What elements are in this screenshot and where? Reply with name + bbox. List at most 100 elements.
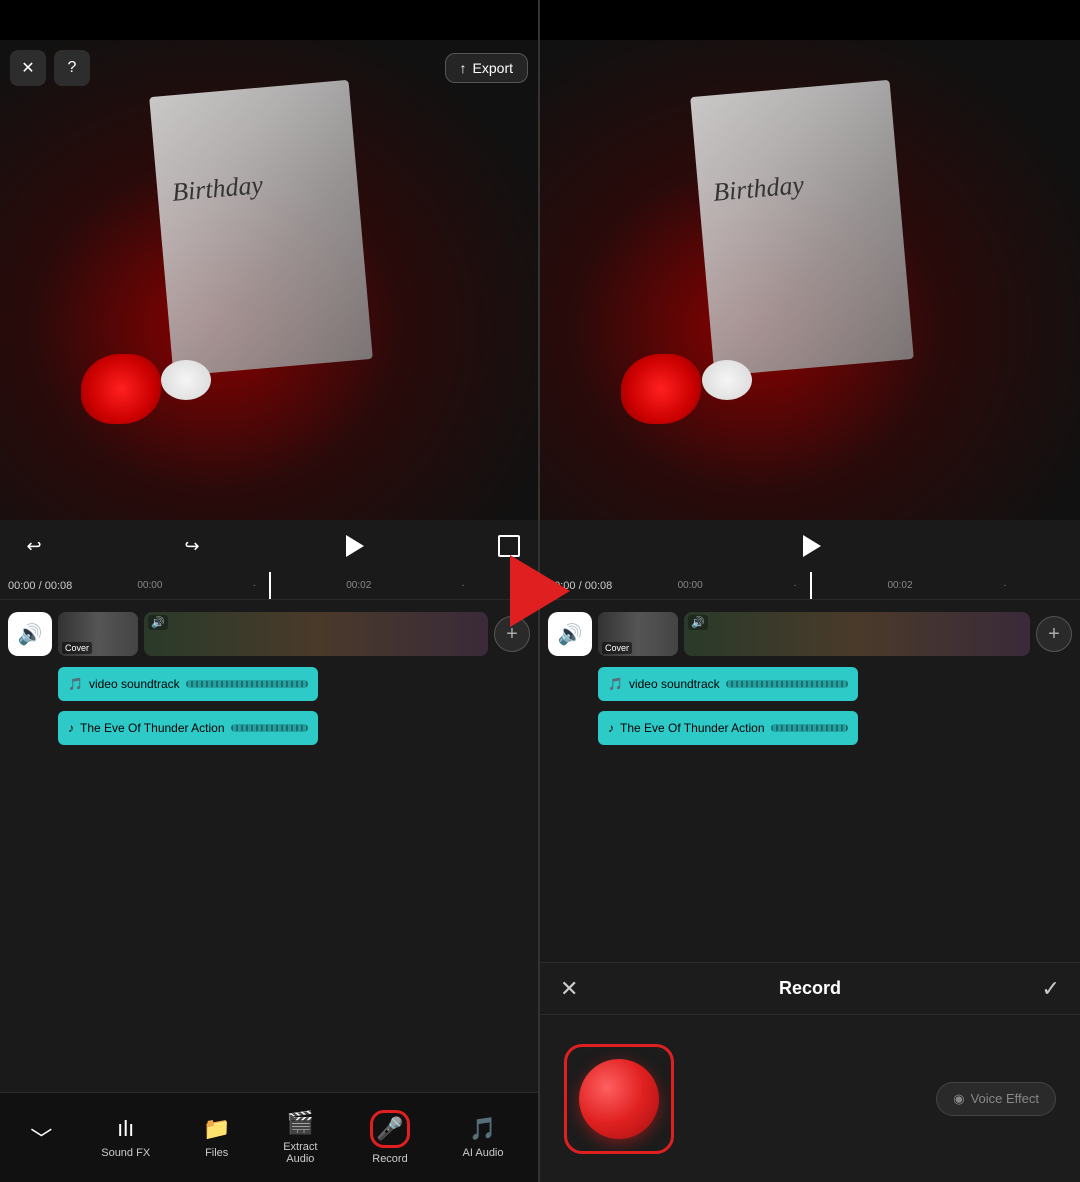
ruler-marks: 00:00 · 00:02 · xyxy=(72,580,530,591)
thunder-label-right: The Eve Of Thunder Action xyxy=(620,721,765,735)
record-label: Record xyxy=(372,1153,407,1165)
voice-effect-button[interactable]: ◉ Voice Effect xyxy=(936,1082,1056,1116)
waveform-thunder-right xyxy=(771,724,848,732)
video-track-row-left: 🔊 Cover 🔊 + xyxy=(0,608,538,660)
play-button-right[interactable] xyxy=(791,527,829,565)
timeline-tracks-right: 🔊 Cover 🔊 + 🎵 video soundtrack xyxy=(540,600,1080,962)
record-confirm-button[interactable]: ✓ xyxy=(1042,976,1060,1002)
record-tool[interactable]: 🎤 Record xyxy=(360,1104,419,1171)
soundtrack-row-right: 🎵 video soundtrack xyxy=(540,664,1080,704)
soundtrack-clip-right[interactable]: 🎵 video soundtrack xyxy=(598,667,858,701)
thunder-icon-right: ♪ xyxy=(608,721,614,735)
record-close-button[interactable]: ✕ xyxy=(560,976,578,1002)
extract-audio-icon: 🎬 xyxy=(287,1110,314,1136)
bottom-toolbar-left: ﹀ ılı Sound FX 📁 Files 🎬 Extract Audio 🎤… xyxy=(0,1092,538,1182)
play-icon xyxy=(346,535,364,557)
video-preview-left: ✕ ? ↑ Export xyxy=(0,40,538,520)
voice-effect-label: Voice Effect xyxy=(971,1091,1039,1106)
undo-button[interactable]: ↩ xyxy=(18,530,50,562)
flower-decoration-right xyxy=(621,354,701,424)
top-bar-right xyxy=(540,0,1080,40)
timeline-ruler-left: 00:00 / 00:08 00:00 · 00:02 · xyxy=(0,572,538,600)
clip-audio-icon: 🔊 xyxy=(148,615,168,630)
left-panel: ✕ ? ↑ Export ↩ ↪ 00:00 / 00:08 00:00 · xyxy=(0,0,540,1182)
soundtrack-icon-left: 🎵 xyxy=(68,677,83,691)
playhead-right xyxy=(810,572,812,599)
files-icon: 📁 xyxy=(203,1116,230,1142)
clip-thumbnail-right xyxy=(684,612,1030,656)
volume-button-right[interactable]: 🔊 xyxy=(548,612,592,656)
video-clip-cover-right[interactable]: Cover xyxy=(598,612,678,656)
flower-decoration xyxy=(81,354,161,424)
thunder-clip-right[interactable]: ♪ The Eve Of Thunder Action xyxy=(598,711,858,745)
help-button[interactable]: ? xyxy=(54,50,90,86)
timeline-area-left: 00:00 / 00:08 00:00 · 00:02 · 🔊 Cover 🔊 xyxy=(0,572,538,1092)
thunder-clip-left[interactable]: ♪ The Eve Of Thunder Action xyxy=(58,711,318,745)
ruler-dot-1-right: · xyxy=(793,580,796,591)
current-time-right: 00:00 / 00:08 xyxy=(548,580,612,592)
record-panel: ✕ Record ✓ ◉ Voice Effect xyxy=(540,962,1080,1182)
soundtrack-row-left: 🎵 video soundtrack xyxy=(0,664,538,704)
thunder-row-right: ♪ The Eve Of Thunder Action xyxy=(540,708,1080,748)
record-button[interactable] xyxy=(564,1044,674,1154)
voice-effect-icon: ◉ xyxy=(953,1091,964,1107)
collapse-button[interactable]: ﹀ xyxy=(24,1121,58,1155)
redo-button[interactable]: ↪ xyxy=(176,530,208,562)
export-label: Export xyxy=(473,60,513,76)
waveform-thunder-left xyxy=(231,724,308,732)
ruler-dot-2-right: · xyxy=(1003,580,1006,591)
waveform-soundtrack-right xyxy=(726,680,848,688)
waveform-soundtrack-left xyxy=(186,680,308,688)
playhead-left xyxy=(269,572,271,599)
files-label: Files xyxy=(205,1147,228,1159)
ai-audio-icon: 🎵 xyxy=(469,1116,496,1142)
record-header: ✕ Record ✓ xyxy=(540,963,1080,1015)
ruler-dot-2: · xyxy=(462,580,465,591)
add-clip-button-left[interactable]: + xyxy=(494,616,530,652)
volume-button-left[interactable]: 🔊 xyxy=(8,612,52,656)
ruler-mark-1: 00:00 xyxy=(137,580,162,591)
current-time-left: 00:00 / 00:08 xyxy=(8,580,72,592)
add-clip-button-right[interactable]: + xyxy=(1036,616,1072,652)
soundtrack-clip-left[interactable]: 🎵 video soundtrack xyxy=(58,667,318,701)
main-video-clip[interactable]: 🔊 xyxy=(144,612,488,656)
record-circle-icon xyxy=(579,1059,659,1139)
soundtrack-icon-right: 🎵 xyxy=(608,677,623,691)
right-panel: 00:00 / 00:08 00:00 · 00:02 · 🔊 Cover 🔊 xyxy=(540,0,1080,1182)
ruler-mark-1-right: 00:00 xyxy=(678,580,703,591)
record-icon: 🎤 xyxy=(376,1116,403,1141)
extract-audio-label: Extract Audio xyxy=(283,1141,317,1165)
top-bar-left xyxy=(0,0,538,40)
video-clip-cover[interactable]: Cover xyxy=(58,612,138,656)
playback-controls-left: ↩ ↪ xyxy=(0,520,538,572)
sound-fx-tool[interactable]: ılı Sound FX xyxy=(91,1110,160,1165)
ai-audio-tool[interactable]: 🎵 AI Audio xyxy=(453,1110,514,1165)
thunder-label-left: The Eve Of Thunder Action xyxy=(80,721,225,735)
play-button-left[interactable] xyxy=(334,527,372,565)
main-video-clip-right[interactable]: 🔊 xyxy=(684,612,1030,656)
ruler-mark-2: 00:02 xyxy=(346,580,371,591)
timeline-ruler-right: 00:00 / 00:08 00:00 · 00:02 · xyxy=(540,572,1080,600)
close-button[interactable]: ✕ xyxy=(10,50,46,86)
sound-fx-icon: ılı xyxy=(117,1116,134,1142)
timeline-tracks-left: 🔊 Cover 🔊 + 🎵 video soundtrack xyxy=(0,600,538,1092)
play-icon-right xyxy=(803,535,821,557)
record-highlight: 🎤 xyxy=(370,1110,409,1148)
files-tool[interactable]: 📁 Files xyxy=(193,1110,240,1165)
ai-audio-label: AI Audio xyxy=(463,1147,504,1159)
timeline-area-right: 00:00 / 00:08 00:00 · 00:02 · 🔊 Cover 🔊 xyxy=(540,572,1080,962)
playback-controls-right xyxy=(540,520,1080,572)
sound-fx-label: Sound FX xyxy=(101,1147,150,1159)
ruler-marks-right: 00:00 · 00:02 · xyxy=(612,580,1072,591)
soundtrack-label-right: video soundtrack xyxy=(629,677,720,691)
extract-audio-tool[interactable]: 🎬 Extract Audio xyxy=(273,1104,327,1171)
video-track-row-right: 🔊 Cover 🔊 + xyxy=(540,608,1080,660)
ruler-dot-1: · xyxy=(253,580,256,591)
export-button[interactable]: ↑ Export xyxy=(445,53,528,83)
record-title: Record xyxy=(779,978,841,999)
ruler-mark-2-right: 00:02 xyxy=(887,580,912,591)
video-content-right xyxy=(540,40,1080,520)
thunder-row-left: ♪ The Eve Of Thunder Action xyxy=(0,708,538,748)
fullscreen-button[interactable] xyxy=(498,535,520,557)
clip-audio-icon-right: 🔊 xyxy=(688,615,708,630)
